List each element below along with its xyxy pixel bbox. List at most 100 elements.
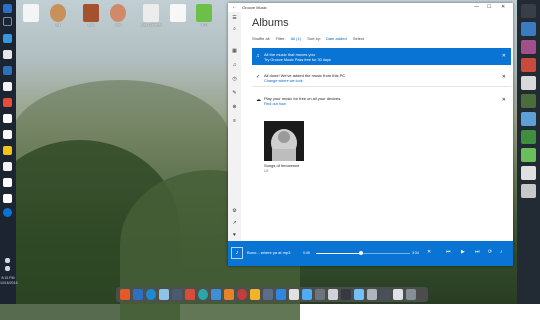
dismiss-button[interactable]: ✕ xyxy=(502,74,506,80)
dock-app-icon[interactable] xyxy=(367,289,377,300)
back-icon[interactable]: ← xyxy=(232,4,237,10)
clock-date[interactable]: 10/16/2016 xyxy=(0,281,18,285)
dock-app-icon[interactable] xyxy=(276,289,286,300)
minimize-button[interactable]: — xyxy=(474,4,479,10)
start-icon[interactable] xyxy=(3,4,12,13)
dock-item[interactable] xyxy=(521,58,536,72)
seek-thumb[interactable] xyxy=(359,251,364,255)
title-bar[interactable]: ← Groove Music — ☐ ✕ xyxy=(228,3,513,12)
now-playing-icon[interactable]: ✎ xyxy=(231,90,238,96)
dock-item[interactable] xyxy=(521,184,536,198)
store-icon[interactable]: ↗ xyxy=(231,220,238,226)
dock-app-icon[interactable] xyxy=(198,289,208,300)
dock-app-icon[interactable] xyxy=(211,289,221,300)
dismiss-button[interactable]: ✕ xyxy=(502,97,506,103)
dock-app-icon[interactable] xyxy=(159,289,169,300)
new-playlist-icon[interactable]: ⊕ xyxy=(231,104,238,110)
now-playing-thumbnail[interactable]: ♪ xyxy=(231,247,243,259)
app-icon[interactable] xyxy=(3,146,12,155)
dock-app-icon[interactable] xyxy=(341,289,351,300)
dock-app-icon[interactable] xyxy=(380,289,390,300)
desktop-icon[interactable]: Bill xyxy=(47,4,69,34)
albums-icon[interactable]: ▦ xyxy=(231,48,238,54)
network-icon[interactable] xyxy=(5,258,10,263)
dock-app-icon[interactable] xyxy=(328,289,338,300)
dock-app-icon[interactable] xyxy=(237,289,247,300)
dock-item[interactable] xyxy=(521,76,536,90)
next-icon[interactable]: ⏭ xyxy=(475,249,480,255)
clock-time[interactable]: 8:15 PM xyxy=(0,276,16,280)
dock-app-icon[interactable] xyxy=(185,289,195,300)
desktop-icon[interactable]: Ann xyxy=(107,4,129,34)
app-icon[interactable] xyxy=(3,130,12,139)
dock-app-icon[interactable] xyxy=(393,289,403,300)
desktop-icon[interactable]: Blog Comments xyxy=(140,4,162,34)
dock-item[interactable] xyxy=(521,94,536,108)
dock-app-icon[interactable] xyxy=(224,289,234,300)
dock-item[interactable] xyxy=(521,112,536,126)
close-button[interactable]: ✕ xyxy=(501,4,505,10)
dock-item[interactable] xyxy=(521,22,536,36)
app-icon[interactable] xyxy=(3,82,12,91)
desktop-icon[interactable] xyxy=(167,4,189,34)
maximize-button[interactable]: ☐ xyxy=(487,4,491,10)
now-playing-title[interactable]: Bono... where ya at mp3 xyxy=(247,250,290,255)
play-icon[interactable]: ▶ xyxy=(461,249,465,255)
dock-app-icon[interactable] xyxy=(133,289,143,300)
dock-app-icon[interactable] xyxy=(354,289,364,300)
onedrive-banner: ☁ Play your music for free on all your d… xyxy=(252,92,511,109)
dock-app-icon[interactable] xyxy=(120,289,130,300)
repeat-icon[interactable]: ⟳ xyxy=(488,249,492,255)
select-button[interactable]: Select xyxy=(353,36,364,41)
app-icon[interactable] xyxy=(3,66,12,75)
album-art[interactable] xyxy=(264,121,304,161)
dock-item[interactable] xyxy=(521,130,536,144)
filter-dropdown[interactable]: All (1) xyxy=(291,36,301,41)
sort-dropdown[interactable]: Date added xyxy=(326,36,347,41)
seek-slider[interactable] xyxy=(316,251,410,255)
taskview-icon[interactable] xyxy=(3,34,12,43)
shuffle-all-button[interactable]: Shuffle all xyxy=(252,36,270,41)
groove-music-window: ← Groove Music — ☐ ✕ ☰ ⌕ ▦ ♫ ◷ ✎ ⊕ ≡ ⚙ ↗… xyxy=(228,3,513,266)
groove-music-taskbar-icon[interactable] xyxy=(3,208,12,217)
desktop-icon[interactable]: Bob xyxy=(80,4,102,34)
app-icon[interactable] xyxy=(3,178,12,187)
search-icon[interactable]: ⌕ xyxy=(231,26,238,32)
shuffle-icon[interactable]: ✕ xyxy=(427,249,431,255)
groove-pass-banner[interactable]: ♫ All the music that moves you Try Groov… xyxy=(252,48,511,65)
volume-icon[interactable] xyxy=(5,266,10,271)
settings-icon[interactable]: ⚙ xyxy=(231,208,238,214)
file-explorer-icon[interactable] xyxy=(3,50,12,59)
dock-app-icon[interactable] xyxy=(146,289,156,300)
artists-icon[interactable]: ♫ xyxy=(231,62,238,68)
dock-item[interactable] xyxy=(521,148,536,162)
dock-app-icon[interactable] xyxy=(250,289,260,300)
dock-app-icon[interactable] xyxy=(406,289,416,300)
dismiss-button[interactable]: ✕ xyxy=(502,53,506,59)
desktop-icon[interactable] xyxy=(20,4,42,34)
previous-icon[interactable]: ⏮ xyxy=(446,249,451,255)
hamburger-icon[interactable]: ☰ xyxy=(231,15,238,21)
volume-icon[interactable]: ♪ xyxy=(500,249,503,255)
dock-item[interactable] xyxy=(521,40,536,54)
album-name[interactable]: Songs of Innocence xyxy=(264,163,299,168)
playlist-icon[interactable]: ≡ xyxy=(231,118,238,124)
dock-app-icon[interactable] xyxy=(172,289,182,300)
app-icon[interactable] xyxy=(3,162,12,171)
dock-app-icon[interactable] xyxy=(302,289,312,300)
dock-app-icon[interactable] xyxy=(315,289,325,300)
dock-app-icon[interactable] xyxy=(289,289,299,300)
app-icon[interactable] xyxy=(3,194,12,203)
desktop-icon[interactable]: MP3 xyxy=(193,4,215,34)
app-icon[interactable] xyxy=(3,114,12,123)
recent-icon[interactable]: ◷ xyxy=(231,76,238,82)
dock-app-icon[interactable] xyxy=(263,289,273,300)
feedback-icon[interactable]: ♥ xyxy=(231,232,238,238)
dock-item[interactable] xyxy=(521,4,536,18)
search-icon[interactable] xyxy=(3,17,12,26)
change-where-we-look-link[interactable]: Change where we look xyxy=(264,79,303,83)
app-icon[interactable] xyxy=(3,98,12,107)
album-artist[interactable]: U2 xyxy=(264,169,268,173)
dock-item[interactable] xyxy=(521,166,536,180)
find-out-how-link[interactable]: Find out how xyxy=(264,102,286,106)
